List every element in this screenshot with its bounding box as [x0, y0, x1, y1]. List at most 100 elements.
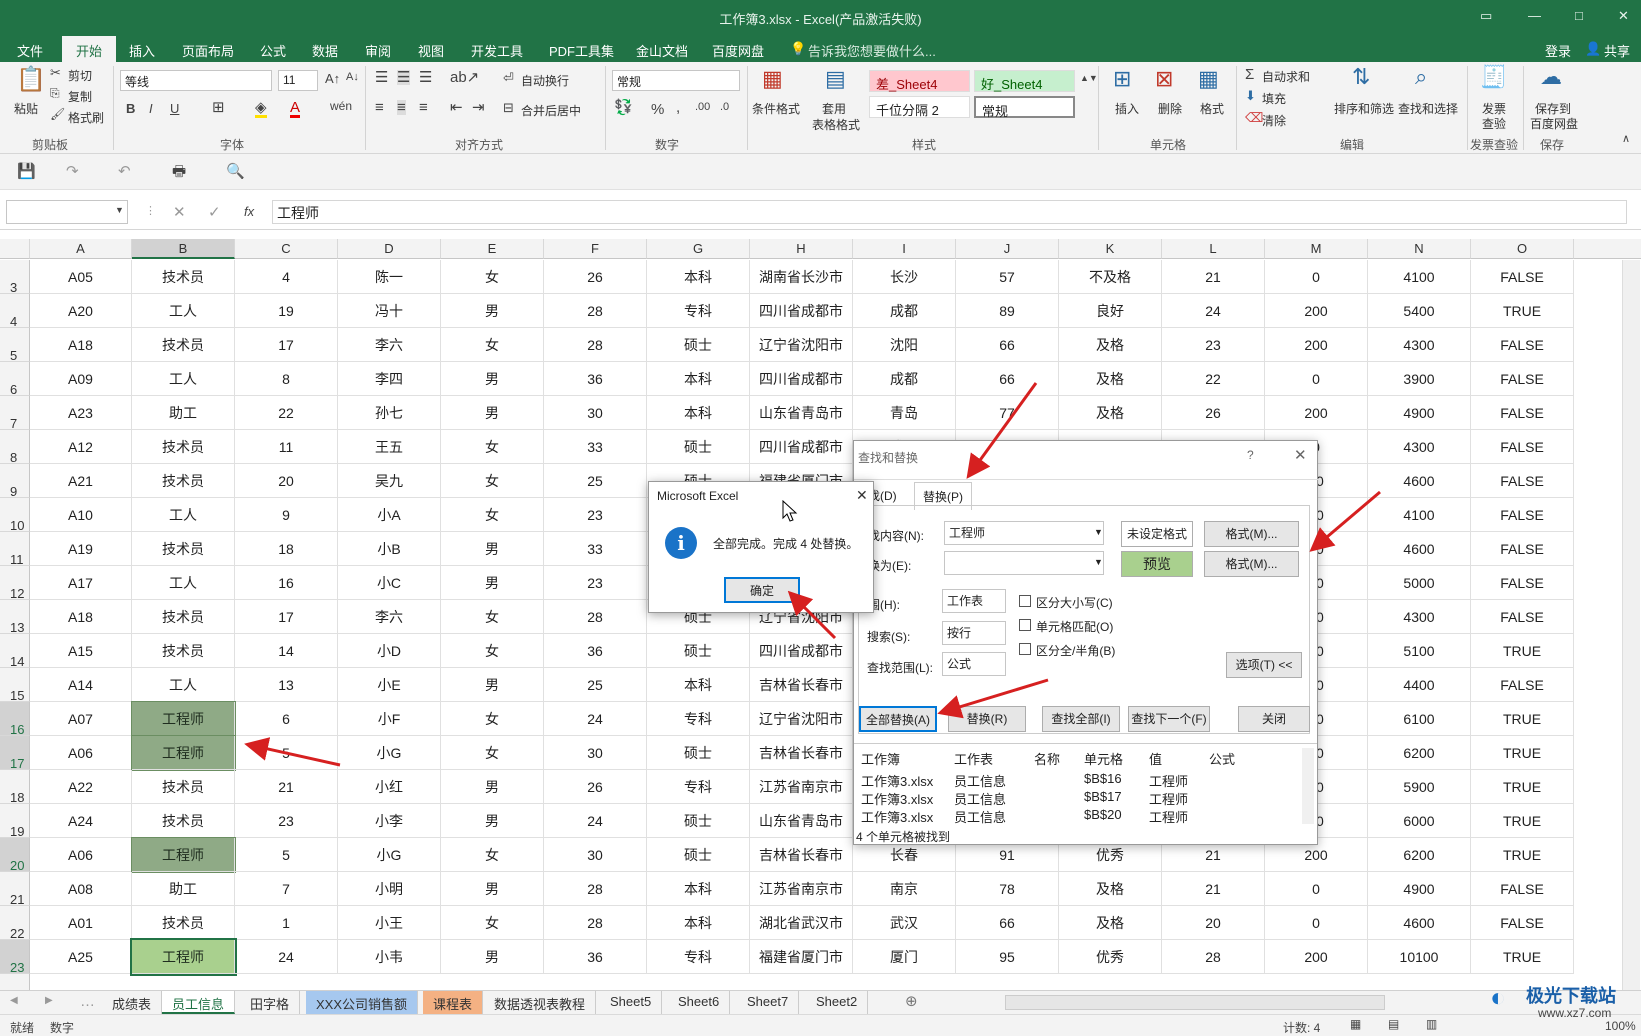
tab-view[interactable]: 视图 [418, 41, 444, 60]
sort-filter-button[interactable]: 排序和筛选 [1334, 100, 1394, 117]
maximize-icon[interactable]: □ [1575, 8, 1583, 23]
column-header[interactable]: D [338, 239, 441, 259]
results-list[interactable]: 工作簿 工作表 名称 单元格 值 公式 工作簿3.xlsx 员工信息 $B$16 工程… [854, 743, 1317, 827]
table-cell[interactable]: A07 [30, 702, 132, 736]
table-cell[interactable]: 23 [544, 498, 647, 532]
table-cell[interactable]: 30 [544, 396, 647, 430]
result-cell[interactable]: 员工信息 [954, 789, 1006, 808]
sheet-tab[interactable]: 田字格 [240, 991, 301, 1014]
table-cell[interactable]: 5900 [1368, 770, 1471, 804]
table-cell[interactable]: 及格 [1059, 362, 1162, 396]
table-cell[interactable]: 助工 [132, 872, 235, 906]
sheet-tab[interactable]: 课程表 [423, 991, 484, 1014]
table-cell[interactable]: 26 [1162, 396, 1265, 430]
vertical-scrollbar[interactable] [1622, 260, 1640, 990]
table-cell[interactable]: 山东省青岛市 [750, 804, 853, 838]
table-cell[interactable]: 专科 [647, 294, 750, 328]
row-header[interactable]: 23 [0, 940, 30, 975]
row-header[interactable]: 16 [0, 702, 30, 737]
table-cell[interactable]: 小D [338, 634, 441, 668]
table-cell[interactable]: 四川省成都市 [750, 430, 853, 464]
table-cell[interactable]: 0 [1265, 362, 1368, 396]
table-cell[interactable]: 28 [544, 294, 647, 328]
column-header[interactable]: K [1059, 239, 1162, 259]
table-cell[interactable]: 21 [1162, 872, 1265, 906]
delete-cells-button[interactable]: 删除 [1158, 100, 1182, 117]
table-cell[interactable]: TRUE [1471, 804, 1574, 838]
table-cell[interactable]: 女 [441, 736, 544, 770]
table-cell[interactable]: 200 [1265, 396, 1368, 430]
table-cell[interactable]: 19 [235, 294, 338, 328]
table-cell[interactable]: 女 [441, 600, 544, 634]
table-cell[interactable]: 6200 [1368, 838, 1471, 872]
result-cell[interactable]: $B$16 [1084, 771, 1122, 786]
font-size-select[interactable]: 11 [278, 70, 318, 91]
row-header[interactable]: 7 [0, 396, 30, 431]
sheet-tab[interactable]: Sheet5 [600, 991, 663, 1014]
result-cell[interactable]: 工程师 [1149, 807, 1188, 826]
table-cell[interactable]: 200 [1265, 328, 1368, 362]
message-close-icon[interactable]: ✕ [856, 487, 868, 504]
table-cell[interactable]: 4300 [1368, 430, 1471, 464]
tab-baidu-netdisk[interactable]: 百度网盘 [712, 41, 764, 60]
row-header[interactable]: 21 [0, 872, 30, 907]
result-cell[interactable]: 员工信息 [954, 771, 1006, 790]
tab-developer[interactable]: 开发工具 [471, 41, 523, 60]
column-header[interactable]: B [132, 239, 235, 259]
table-cell[interactable]: 89 [956, 294, 1059, 328]
row-header[interactable] [0, 974, 30, 990]
result-cell[interactable]: 工程师 [1149, 771, 1188, 790]
table-cell[interactable]: TRUE [1471, 634, 1574, 668]
table-cell[interactable]: 成都 [853, 362, 956, 396]
table-cell[interactable]: 武汉 [853, 906, 956, 940]
table-cell[interactable]: 26 [544, 770, 647, 804]
invoice-label-2[interactable]: 查验 [1482, 115, 1506, 132]
table-cell[interactable]: 优秀 [1059, 940, 1162, 974]
table-cell[interactable]: 28 [544, 906, 647, 940]
table-cell[interactable]: 技术员 [132, 804, 235, 838]
column-header[interactable]: O [1471, 239, 1574, 259]
table-cell[interactable]: 小G [338, 736, 441, 770]
fill-color-icon[interactable]: ◈ [255, 100, 267, 118]
table-cell[interactable]: 5000 [1368, 566, 1471, 600]
table-cell[interactable]: 男 [441, 770, 544, 804]
table-cell[interactable]: 小红 [338, 770, 441, 804]
table-cell[interactable]: 男 [441, 566, 544, 600]
tab-kdocs[interactable]: 金山文档 [636, 41, 688, 60]
table-cell[interactable]: 湖北省武汉市 [750, 906, 853, 940]
table-cell[interactable]: FALSE [1471, 498, 1574, 532]
table-cell[interactable]: 小韦 [338, 940, 441, 974]
row-header[interactable]: 22 [0, 906, 30, 941]
table-cell[interactable]: 5100 [1368, 634, 1471, 668]
table-cell[interactable]: 33 [544, 532, 647, 566]
result-cell[interactable]: $B$20 [1084, 807, 1122, 822]
table-cell[interactable]: 王五 [338, 430, 441, 464]
table-cell[interactable]: FALSE [1471, 260, 1574, 294]
table-cell[interactable]: 硕士 [647, 634, 750, 668]
row-header[interactable]: 14 [0, 634, 30, 669]
table-cell[interactable]: 孙七 [338, 396, 441, 430]
table-cell[interactable]: TRUE [1471, 940, 1574, 974]
table-cell[interactable]: A06 [30, 736, 132, 770]
table-cell[interactable]: A10 [30, 498, 132, 532]
table-cell[interactable]: 长沙 [853, 260, 956, 294]
format-table-label-1[interactable]: 套用 [822, 100, 846, 117]
style-good[interactable]: 好_Sheet4 [974, 70, 1075, 92]
italic-button[interactable]: I [149, 102, 153, 115]
table-cell[interactable]: FALSE [1471, 430, 1574, 464]
number-format-select[interactable]: 常规 [612, 70, 740, 91]
row-header[interactable]: 15 [0, 668, 30, 703]
prev-sheet-icon[interactable]: ◀ [10, 996, 18, 1006]
table-cell[interactable]: 23 [544, 566, 647, 600]
table-cell[interactable]: 16 [235, 566, 338, 600]
table-cell[interactable]: 36 [544, 940, 647, 974]
table-cell[interactable]: 9 [235, 498, 338, 532]
table-cell[interactable]: 17 [235, 600, 338, 634]
table-cell[interactable]: 本科 [647, 668, 750, 702]
row-header[interactable]: 12 [0, 566, 30, 601]
table-cell[interactable]: FALSE [1471, 668, 1574, 702]
bold-button[interactable]: B [126, 102, 135, 115]
clear-button[interactable]: 清除 [1262, 112, 1286, 129]
table-cell[interactable]: 硕士 [647, 736, 750, 770]
column-header[interactable]: I [853, 239, 956, 259]
